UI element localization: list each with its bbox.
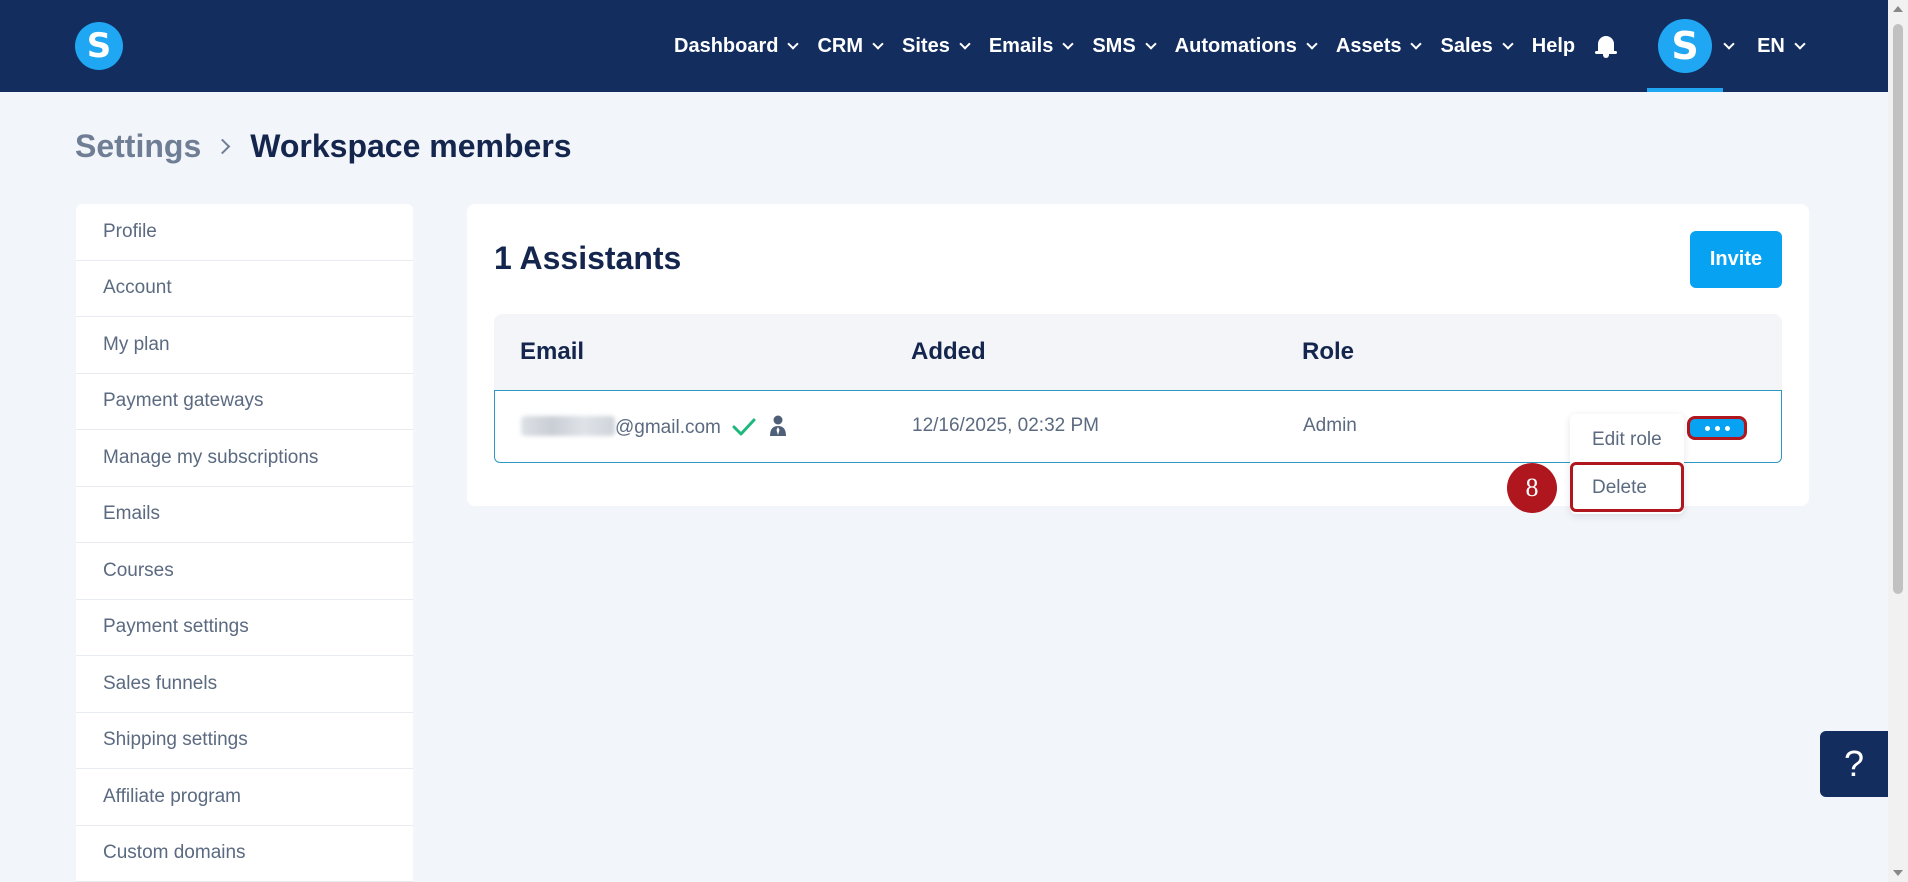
nav-item-sites[interactable]: Sites [902,34,971,58]
chevron-down-icon [959,37,971,50]
redacted-email-user [521,416,615,436]
chevron-down-icon [787,37,800,50]
nav-label: Assets [1335,34,1402,57]
chevron-down-icon [872,37,884,50]
member-email: @gmail.com [521,415,787,439]
chevron-down-icon[interactable] [1723,37,1735,50]
invite-button[interactable]: Invite [1690,231,1782,288]
column-header-added: Added [911,338,986,365]
vertical-scrollbar[interactable] [1888,0,1908,882]
sidebar-item-emails[interactable]: Emails [76,487,413,543]
step-badge: 8 [1507,463,1557,513]
language-label: EN [1757,34,1785,57]
highlight-outline [1570,462,1684,512]
top-navbar: S Dashboard CRM Sites Emails SMS Automat… [0,0,1888,92]
column-header-email: Email [520,338,585,365]
chevron-down-icon [1062,37,1074,50]
nav-label: Emails [988,34,1054,57]
nav-label: Sales [1440,34,1493,57]
sidebar-item-my-plan[interactable]: My plan [76,317,413,374]
more-dots-icon [1724,425,1730,431]
chevron-down-icon [1306,37,1318,50]
nav-label: Help [1531,34,1576,57]
sidebar-item-sales-funnels[interactable]: Sales funnels [76,656,413,713]
sidebar-item-account[interactable]: Account [76,261,413,317]
row-actions-button[interactable] [1687,416,1747,440]
nav-item-assets[interactable]: Assets [1335,34,1423,58]
active-indicator [1647,88,1724,92]
chevron-right-icon [214,138,231,155]
nav-item-help[interactable]: Help [1532,35,1575,58]
nav-label: Dashboard [674,34,779,57]
nav-item-crm[interactable]: CRM [817,34,884,58]
help-button[interactable]: ? [1820,731,1888,797]
sidebar-item-custom-domains[interactable]: Custom domains [76,826,413,882]
nav-label: Automations [1174,34,1297,57]
member-role: Admin [1303,415,1357,436]
chevron-down-icon [1410,37,1423,50]
bell-icon[interactable] [1595,34,1618,58]
table-header: Email Added Role [494,314,1782,390]
page-title: Workspace members [250,128,572,164]
sidebar-item-manage-subscriptions[interactable]: Manage my subscriptions [76,430,413,487]
member-added-date: 12/16/2025, 02:32 PM [912,415,1099,436]
sidebar-item-profile[interactable]: Profile [76,204,413,261]
sidebar-item-courses[interactable]: Courses [76,543,413,600]
more-dots-icon [1704,425,1710,431]
nav-label: Sites [902,34,950,57]
nav-label: SMS [1092,34,1136,57]
scroll-down-arrow-icon[interactable] [1893,870,1903,876]
language-selector[interactable]: EN [1757,34,1806,58]
nav-item-sms[interactable]: SMS [1092,34,1157,58]
verified-check-icon [732,418,756,436]
logo[interactable]: S [75,22,123,70]
column-header-role: Role [1302,338,1355,365]
breadcrumb: Settings Workspace members [75,128,572,165]
sidebar-item-shipping-settings[interactable]: Shipping settings [76,713,413,769]
sidebar-item-payment-settings[interactable]: Payment settings [76,600,413,656]
nav-label: CRM [817,34,864,57]
scroll-up-arrow-icon[interactable] [1893,6,1903,12]
chevron-down-icon [1794,37,1806,50]
user-menu[interactable]: S [1647,0,1724,92]
nav-item-dashboard[interactable]: Dashboard [674,34,800,58]
sidebar-item-affiliate-program[interactable]: Affiliate program [76,769,413,826]
members-count-title: 1 Assistants [494,240,682,276]
nav-item-sales[interactable]: Sales [1440,34,1514,58]
breadcrumb-settings-link[interactable]: Settings [75,128,201,165]
menu-item-edit-role[interactable]: Edit role [1592,429,1662,451]
admin-person-icon [770,415,787,436]
chevron-down-icon [1502,37,1514,50]
main-nav: Dashboard CRM Sites Emails SMS Automatio… [674,0,1824,92]
more-dots-icon [1714,425,1720,431]
nav-item-emails[interactable]: Emails [988,34,1074,58]
settings-sidebar: Profile Account My plan Payment gateways… [76,204,413,882]
email-domain: @gmail.com [615,417,721,438]
chevron-down-icon [1144,37,1157,50]
sidebar-item-payment-gateways[interactable]: Payment gateways [76,374,413,430]
nav-item-automations[interactable]: Automations [1174,34,1318,58]
avatar: S [1658,19,1713,73]
scroll-thumb[interactable] [1893,24,1903,594]
